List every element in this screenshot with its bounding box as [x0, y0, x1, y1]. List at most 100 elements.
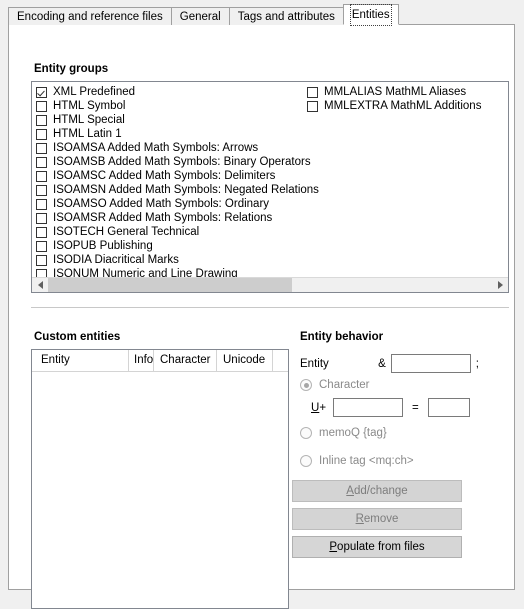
radio-label: Inline tag <mq:ch> [319, 455, 414, 467]
tabstrip: Encoding and reference files General Tag… [8, 4, 399, 26]
accel-letter: A [346, 485, 354, 497]
checkbox-label: ISODIA Diacritical Marks [53, 253, 179, 266]
checkbox-label: ISOPUB Publishing [53, 239, 153, 252]
entity-groups-right-column: MMLALIAS MathML Aliases MMLEXTRA MathML … [307, 85, 481, 113]
custom-entities-title: Custom entities [34, 331, 121, 343]
button-label-rest: emove [363, 513, 399, 525]
checkbox-row[interactable]: ISOAMSN Added Math Symbols: Negated Rela… [36, 183, 319, 197]
checkbox-label: ISOAMSA Added Math Symbols: Arrows [53, 141, 259, 154]
checkbox-icon[interactable] [36, 240, 47, 252]
radio-icon[interactable] [300, 427, 312, 439]
character-input[interactable] [427, 398, 470, 417]
radio-memoq-tag[interactable]: memoQ {tag} [300, 427, 387, 439]
checkbox-label: ISOAMSR Added Math Symbols: Relations [53, 211, 273, 224]
checkbox-label: MMLEXTRA MathML Additions [324, 99, 482, 112]
checkbox-icon[interactable] [36, 142, 47, 154]
section-divider [31, 307, 509, 308]
entity-groups-title: Entity groups [34, 63, 109, 75]
checkbox-icon[interactable] [36, 226, 47, 238]
semicolon-label: ; [475, 357, 479, 370]
checkbox-label: ISOAMSO Added Math Symbols: Ordinary [53, 197, 270, 210]
equals-label: = [412, 401, 419, 414]
checkbox-row[interactable]: ISOAMSR Added Math Symbols: Relations [36, 211, 319, 225]
scrollbar-track[interactable] [48, 278, 492, 292]
column-header-spacer [273, 350, 288, 371]
checkbox-row[interactable]: HTML Symbol [36, 99, 319, 113]
checkbox-icon[interactable] [36, 100, 47, 112]
checkbox-row[interactable]: HTML Special [36, 113, 319, 127]
radio-icon[interactable] [300, 379, 312, 391]
populate-from-files-button[interactable]: Populate from files [292, 536, 462, 558]
scroll-left-icon[interactable] [32, 278, 48, 292]
checkbox-label: ISOAMSB Added Math Symbols: Binary Opera… [53, 155, 311, 168]
entity-field-label: Entity [300, 357, 329, 370]
checkbox-label: HTML Latin 1 [53, 127, 122, 140]
checkbox-row[interactable]: XML Predefined [36, 85, 319, 99]
radio-icon[interactable] [300, 455, 312, 467]
checkbox-row[interactable]: MMLEXTRA MathML Additions [307, 99, 481, 113]
entity-groups-listbox[interactable]: XML Predefined HTML Symbol HTML Special … [31, 81, 509, 293]
checkbox-row[interactable]: ISOAMSB Added Math Symbols: Binary Opera… [36, 155, 319, 169]
checkbox-row[interactable]: ISOAMSC Added Math Symbols: Delimiters [36, 169, 319, 183]
checkbox-label: ISOAMSN Added Math Symbols: Negated Rela… [53, 183, 319, 196]
checkbox-label: ISOTECH General Technical [53, 225, 200, 238]
tab-encoding-and-reference-files[interactable]: Encoding and reference files [8, 7, 172, 25]
checkbox-icon[interactable] [36, 128, 47, 140]
button-label-rest: opulate from files [337, 541, 425, 553]
checkbox-icon[interactable] [36, 254, 47, 266]
remove-button[interactable]: Remove [292, 508, 462, 530]
tab-label: Entities [349, 4, 392, 26]
horizontal-scrollbar[interactable] [32, 277, 508, 292]
ampersand-label: & [378, 357, 386, 370]
column-header-entity[interactable]: Entity [32, 350, 129, 371]
checkbox-row[interactable]: ISOPUB Publishing [36, 239, 319, 253]
checkbox-row[interactable]: ISODIA Diacritical Marks [36, 253, 319, 267]
checkbox-row[interactable]: MMLALIAS MathML Aliases [307, 85, 481, 99]
checkbox-icon[interactable] [36, 86, 47, 98]
uplus-label: U+ [311, 401, 327, 414]
checkbox-label: ISOAMSC Added Math Symbols: Delimiters [53, 169, 276, 182]
column-header-unicode[interactable]: Unicode [217, 350, 273, 371]
checkbox-icon[interactable] [36, 114, 47, 126]
scroll-right-icon[interactable] [492, 278, 508, 292]
entities-tab-page: Entity groups XML Predefined HTML Symbol… [8, 24, 515, 609]
tab-label: Tags and attributes [237, 11, 335, 23]
entity-name-input[interactable] [390, 354, 471, 373]
unicode-codepoint-input[interactable] [333, 398, 404, 417]
checkbox-icon[interactable] [36, 184, 47, 196]
tab-label: General [179, 11, 221, 23]
entity-field-row: Entity & ; [300, 354, 479, 373]
checkbox-row[interactable]: ISOAMSO Added Math Symbols: Ordinary [36, 197, 319, 211]
radio-inline-tag[interactable]: Inline tag <mq:ch> [300, 455, 414, 467]
accel-letter: P [329, 541, 338, 553]
radio-label: memoQ {tag} [319, 427, 387, 439]
custom-entities-table[interactable]: Entity Info Character Unicode [31, 349, 289, 609]
table-header-row: Entity Info Character Unicode [32, 350, 288, 372]
checkbox-row[interactable]: ISOTECH General Technical [36, 225, 319, 239]
radio-character[interactable]: Character [300, 379, 370, 391]
checkbox-label: HTML Special [53, 113, 125, 126]
tab-tags-and-attributes[interactable]: Tags and attributes [228, 7, 344, 25]
column-header-info[interactable]: Info [129, 350, 154, 371]
checkbox-icon[interactable] [307, 100, 318, 112]
accel-letter: R [355, 513, 364, 525]
add-change-button[interactable]: Add/change [292, 480, 462, 502]
checkbox-icon[interactable] [36, 156, 47, 168]
checkbox-icon[interactable] [307, 86, 318, 98]
column-header-character[interactable]: Character [154, 350, 217, 371]
entity-behavior-title: Entity behavior [300, 331, 384, 343]
button-label-rest: dd/change [353, 485, 408, 497]
tab-general[interactable]: General [170, 7, 230, 25]
checkbox-label: HTML Symbol [53, 99, 126, 112]
scrollbar-thumb[interactable] [48, 278, 293, 292]
radio-label: Character [319, 379, 370, 391]
tab-label: Encoding and reference files [17, 11, 163, 23]
entity-groups-left-column: XML Predefined HTML Symbol HTML Special … [36, 85, 319, 281]
checkbox-row[interactable]: ISOAMSA Added Math Symbols: Arrows [36, 141, 319, 155]
checkbox-icon[interactable] [36, 198, 47, 210]
checkbox-label: XML Predefined [53, 85, 136, 98]
tab-entities[interactable]: Entities [342, 4, 399, 26]
checkbox-row[interactable]: HTML Latin 1 [36, 127, 319, 141]
checkbox-icon[interactable] [36, 170, 47, 182]
checkbox-icon[interactable] [36, 212, 47, 224]
